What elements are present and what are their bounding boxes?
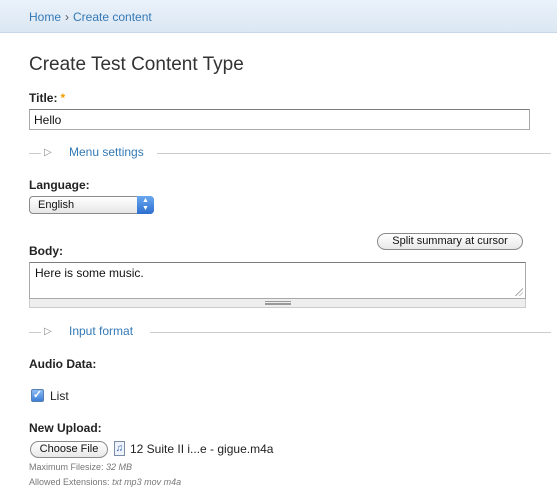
- breadcrumb: Home › Create content: [29, 10, 152, 24]
- resize-corner-icon[interactable]: [515, 288, 523, 296]
- fieldset-border-left: [29, 332, 41, 333]
- audio-data-label: Audio Data:: [29, 357, 97, 371]
- split-summary-button[interactable]: Split summary at cursor: [377, 233, 523, 250]
- breadcrumb-home-link[interactable]: Home: [29, 10, 61, 24]
- language-select[interactable]: English ▲ ▼: [29, 196, 154, 214]
- new-upload-label: New Upload:: [29, 421, 102, 435]
- selected-file-name: 12 Suite II i...e - gigue.m4a: [130, 442, 274, 456]
- grip-icon: [265, 301, 291, 305]
- checkmark-icon: ✓: [32, 389, 43, 401]
- body-text: Here is some music.: [35, 266, 144, 280]
- body-label: Body:: [29, 244, 63, 258]
- max-filesize-value: 32 MB: [106, 462, 133, 472]
- fieldset-border-left: [29, 153, 41, 154]
- textarea-resize-handle[interactable]: [29, 299, 526, 308]
- breadcrumb-separator: ›: [65, 10, 70, 24]
- breadcrumb-bar: Home › Create content: [0, 0, 557, 33]
- breadcrumb-create-content-link[interactable]: Create content: [73, 10, 152, 24]
- title-label: Title: *: [29, 91, 65, 105]
- title-input[interactable]: [29, 109, 530, 130]
- title-label-text: Title:: [29, 91, 58, 105]
- language-label: Language:: [29, 178, 90, 192]
- menu-settings-fieldset[interactable]: ▷ Menu settings: [29, 145, 551, 160]
- triangle-right-icon[interactable]: ▷: [44, 326, 52, 337]
- page-title: Create Test Content Type: [29, 54, 244, 75]
- body-textarea[interactable]: Here is some music.: [29, 262, 526, 299]
- list-checkbox-label[interactable]: List: [50, 389, 69, 403]
- fieldset-border-right: [150, 332, 551, 333]
- input-format-toggle[interactable]: Input format: [66, 324, 137, 338]
- fieldset-border-right: [157, 153, 551, 154]
- input-format-fieldset[interactable]: ▷ Input format: [29, 324, 551, 339]
- choose-file-button[interactable]: Choose File: [30, 441, 108, 458]
- list-checkbox[interactable]: ✓: [31, 389, 44, 402]
- language-select-value: English: [38, 199, 75, 211]
- select-arrows-icon: ▲ ▼: [137, 196, 154, 214]
- max-filesize-hint: Maximum Filesize: 32 MB: [29, 462, 132, 472]
- allowed-extensions-label: Allowed Extensions:: [29, 477, 110, 487]
- triangle-right-icon[interactable]: ▷: [44, 147, 52, 158]
- required-marker: *: [60, 91, 66, 105]
- allowed-extensions-hint: Allowed Extensions: txt mp3 mov m4a: [29, 477, 181, 487]
- max-filesize-label: Maximum Filesize:: [29, 462, 104, 472]
- allowed-extensions-value: txt mp3 mov m4a: [112, 477, 182, 487]
- music-file-icon: ♫: [114, 441, 125, 456]
- menu-settings-toggle[interactable]: Menu settings: [66, 145, 147, 159]
